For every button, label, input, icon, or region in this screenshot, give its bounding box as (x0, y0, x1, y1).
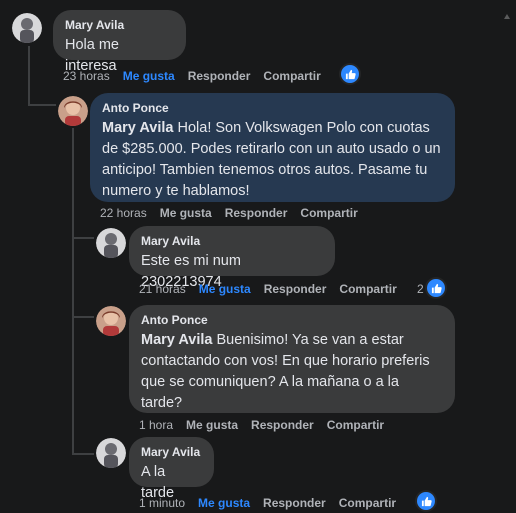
avatar[interactable] (96, 228, 126, 258)
comment-bubble: Mary Avila Este es mi num 2302213974 (129, 226, 335, 290)
reaction-count[interactable]: 2 (417, 282, 424, 296)
reply-button[interactable]: Responder (225, 206, 288, 220)
thumbs-up-icon[interactable] (427, 279, 445, 297)
reply-button[interactable]: Responder (251, 418, 314, 432)
comment-author[interactable]: Mary Avila (65, 18, 174, 32)
mention-link[interactable]: Mary Avila (141, 332, 212, 348)
share-button[interactable]: Compartir (327, 418, 384, 432)
comment-actions: 1 hora Me gusta Responder Compartir (139, 418, 397, 432)
comment-author[interactable]: Mary Avila (141, 234, 323, 248)
comment-time[interactable]: 23 horas (63, 69, 110, 83)
comment-time[interactable]: 22 horas (100, 206, 147, 220)
thumbs-up-icon[interactable] (417, 492, 435, 510)
scrollbar-arrow[interactable] (504, 6, 510, 19)
comment-bubble: Mary Avila Hola me interesa (53, 10, 186, 74)
thread-line (72, 316, 94, 318)
comment-bubble: Mary Avila A la tarde (129, 437, 214, 501)
share-button[interactable]: Compartir (300, 206, 357, 220)
reply-button[interactable]: Responder (264, 282, 327, 296)
thread-line (72, 128, 74, 455)
share-button[interactable]: Compartir (339, 282, 396, 296)
comment-actions: 22 horas Me gusta Responder Compartir (100, 206, 371, 220)
share-button[interactable]: Compartir (339, 496, 396, 510)
like-button[interactable]: Me gusta (199, 282, 251, 296)
comment-time[interactable]: 21 horas (139, 282, 186, 296)
thread-line (28, 104, 56, 106)
like-button[interactable]: Me gusta (160, 206, 212, 220)
thread-line (72, 237, 94, 239)
comment-author[interactable]: Mary Avila (141, 445, 202, 459)
comment-actions: 1 minuto Me gusta Responder Compartir (139, 496, 409, 510)
avatar[interactable] (12, 13, 42, 43)
comment-actions: 21 horas Me gusta Responder Compartir (139, 282, 410, 296)
thumbs-up-icon[interactable] (341, 65, 359, 83)
thread-line (28, 46, 30, 106)
like-button[interactable]: Me gusta (198, 496, 250, 510)
comment-bubble: Anto Ponce Mary Avila Hola! Son Volkswag… (90, 93, 455, 202)
thread-line (72, 453, 94, 455)
comment-actions: 23 horas Me gusta Responder Compartir (63, 69, 334, 83)
like-button[interactable]: Me gusta (186, 418, 238, 432)
avatar[interactable] (58, 96, 88, 126)
comment-author[interactable]: Anto Ponce (102, 101, 443, 115)
avatar[interactable] (96, 306, 126, 336)
reply-button[interactable]: Responder (188, 69, 251, 83)
avatar[interactable] (96, 438, 126, 468)
comment-author[interactable]: Anto Ponce (141, 313, 443, 327)
like-button[interactable]: Me gusta (123, 69, 175, 83)
comment-bubble: Anto Ponce Mary Avila Buenisimo! Ya se v… (129, 305, 455, 413)
share-button[interactable]: Compartir (263, 69, 320, 83)
reply-button[interactable]: Responder (263, 496, 326, 510)
mention-link[interactable]: Mary Avila (102, 120, 173, 136)
comment-time[interactable]: 1 minuto (139, 496, 185, 510)
comment-time[interactable]: 1 hora (139, 418, 173, 432)
